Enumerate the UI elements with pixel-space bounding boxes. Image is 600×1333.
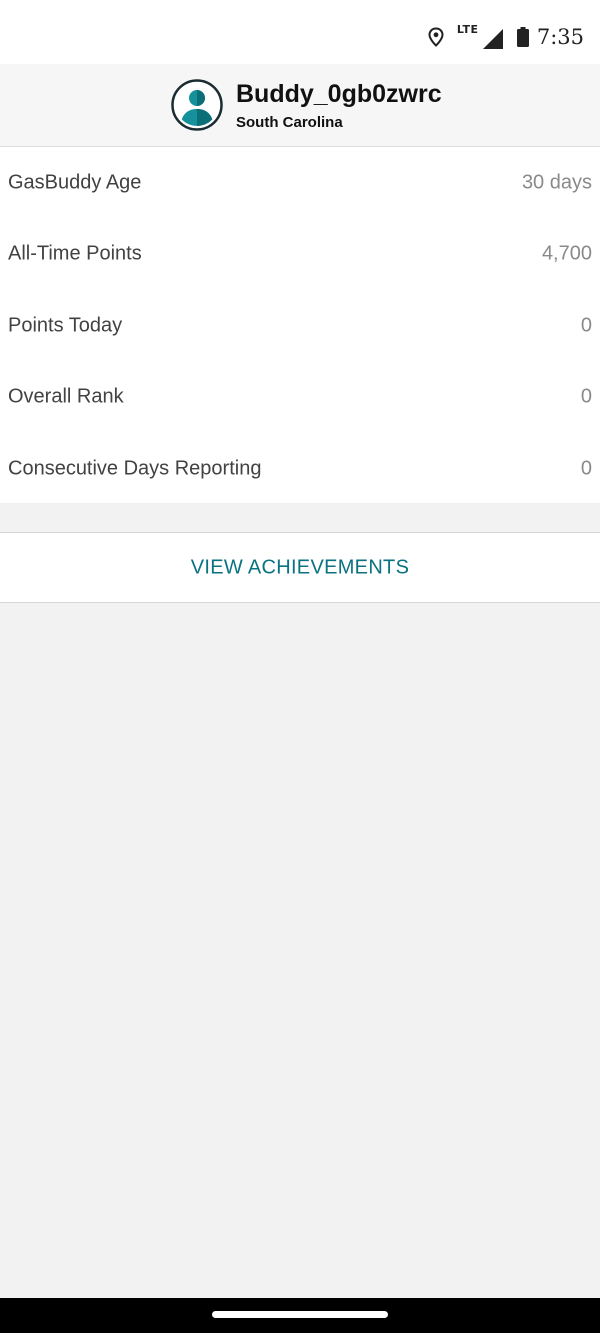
profile-header: Buddy_0gb0zwrc South Carolina <box>0 64 600 147</box>
stat-value: 4,700 <box>541 242 592 265</box>
profile-location: South Carolina <box>236 114 343 131</box>
stat-row-consecutive-days: Consecutive Days Reporting 0 <box>0 433 600 505</box>
stat-row-overall-rank: Overall Rank 0 <box>0 361 600 433</box>
stat-label: Points Today <box>8 314 123 337</box>
status-icons: LTE 7:35 <box>427 22 584 52</box>
stat-value: 0 <box>580 457 592 480</box>
stat-label: All-Time Points <box>8 242 142 265</box>
stat-label: Overall Rank <box>8 385 124 408</box>
profile-username: Buddy_0gb0zwrc <box>236 80 442 108</box>
stat-label: Consecutive Days Reporting <box>8 457 262 480</box>
stat-value: 30 days <box>521 171 592 194</box>
home-gesture-handle[interactable] <box>212 1311 388 1318</box>
battery-icon <box>516 27 529 47</box>
view-achievements-button[interactable]: VIEW ACHIEVEMENTS <box>0 532 600 603</box>
status-clock: 7:35 <box>536 25 584 49</box>
stat-row-all-time-points: All-Time Points 4,700 <box>0 218 600 290</box>
stat-value: 0 <box>580 314 592 337</box>
stat-row-points-today: Points Today 0 <box>0 290 600 362</box>
network-indicator: LTE <box>456 23 503 49</box>
location-icon <box>428 27 444 47</box>
system-navigation-bar <box>0 1298 600 1333</box>
signal-icon <box>482 29 503 49</box>
stats-list: GasBuddy Age 30 days All-Time Points 4,7… <box>0 147 600 503</box>
person-avatar-icon[interactable] <box>171 79 223 131</box>
status-bar: LTE 7:35 <box>0 0 600 64</box>
stat-value: 0 <box>580 385 592 408</box>
network-type-label: LTE <box>456 23 479 36</box>
view-achievements-label: VIEW ACHIEVEMENTS <box>190 556 410 578</box>
stat-row-gasbuddy-age: GasBuddy Age 30 days <box>0 147 600 219</box>
stat-label: GasBuddy Age <box>8 171 142 194</box>
